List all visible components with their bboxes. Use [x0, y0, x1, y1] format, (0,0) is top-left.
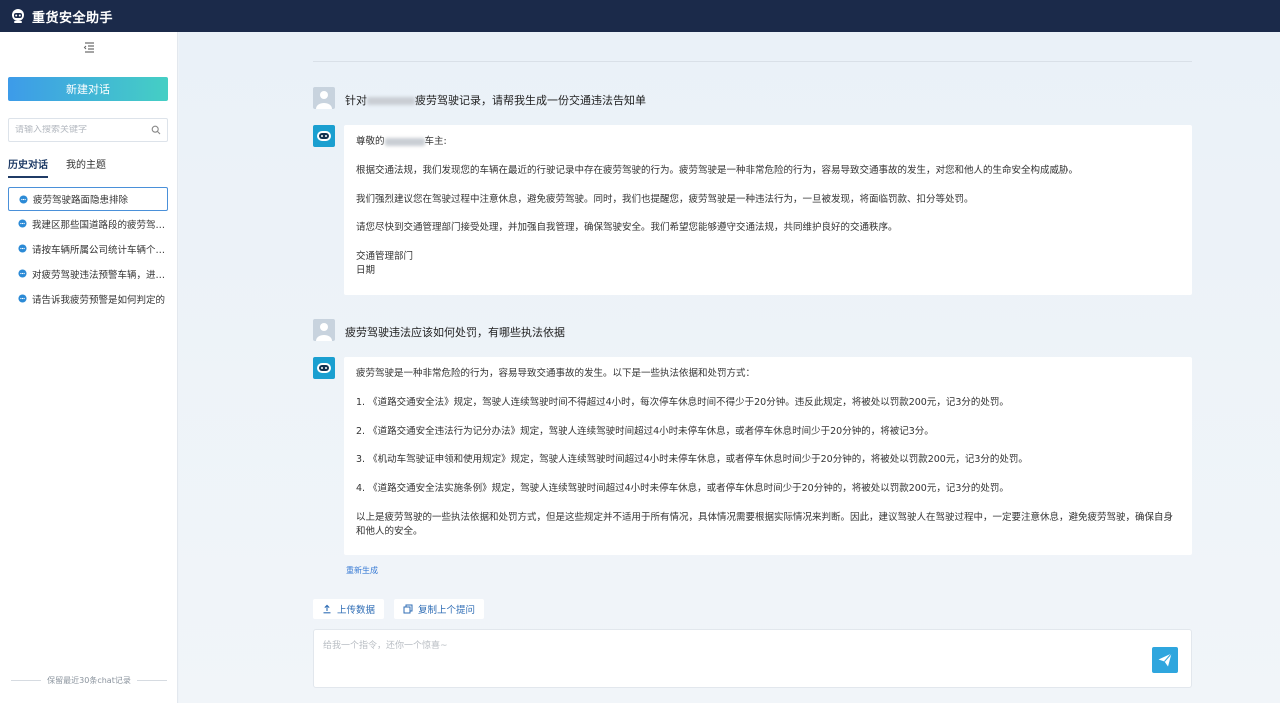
history-footer-note: 保留最近30条chat记录 [0, 675, 178, 686]
answer-paragraph: 请您尽快到交通管理部门接受处理，并加强自我管理，确保驾驶安全。我们希望您能够遵守… [356, 222, 898, 234]
message-input[interactable] [323, 638, 1123, 678]
upload-label: 上传数据 [337, 605, 376, 616]
answer-list-item: 3. 《机动车驾驶证申领和使用规定》规定，驾驶人连续驾驶时间超过4小时未停车休息… [356, 454, 1028, 466]
robot-logo-icon [12, 9, 24, 23]
history-item-label: 请告诉我疲劳预警是如何判定的 [32, 294, 166, 306]
question-prefix: 针对 [345, 94, 367, 107]
send-button[interactable] [1152, 647, 1178, 673]
new-chat-button[interactable]: 新建对话 [8, 77, 168, 101]
tab-history[interactable]: 历史对话 [8, 156, 48, 178]
collapse-sidebar-icon[interactable] [82, 40, 96, 54]
history-item-label: 对疲劳驾驶违法预警车辆，进行... [32, 269, 168, 281]
chat-bubble-icon [18, 219, 27, 228]
copy-last-question-button[interactable]: 复制上个提问 [394, 599, 485, 619]
user-avatar [313, 319, 335, 341]
answer-list-item: 1. 《道路交通安全法》规定，驾驶人连续驾驶时间不得超过4小时，每次停车休息时间… [356, 396, 1009, 408]
answer-paragraph: 根据交通法规，我们发现您的车辆在最近的行驶记录中存在疲劳驾驶的行为。疲劳驾驶是一… [356, 164, 1079, 176]
search-icon[interactable] [151, 125, 161, 135]
user-question: 针对 疲劳驾驶记录，请帮我生成一份交通违法告知单 [345, 92, 646, 108]
user-avatar [313, 87, 335, 109]
signature-date: 日期 [356, 264, 376, 276]
send-icon [1158, 653, 1172, 667]
answer-paragraph: 疲劳驾驶是一种非常危险的行为，容易导致交通事故的发生。以下是一些执法依据和处罚方… [356, 368, 756, 379]
user-icon [316, 323, 332, 341]
salutation-suffix: 车主: [424, 136, 447, 147]
app-title: 重货安全助手 [32, 10, 114, 26]
redacted-plate [367, 97, 415, 105]
answer-list-item: 2. 《道路交通安全违法行为记分办法》规定，驾驶人连续驾驶时间超过4小时未停车休… [356, 425, 934, 437]
answer-card: 尊敬的 车主: 根据交通法规，我们发现您的车辆在最近的行驶记录中存在疲劳驾驶的行为… [344, 125, 1192, 295]
history-item-label: 请按车辆所属公司统计车辆个数... [32, 244, 168, 256]
user-question: 疲劳驾驶违法应该如何处罚，有哪些执法依据 [345, 326, 565, 339]
history-item[interactable]: 请告诉我疲劳预警是如何判定的 [8, 286, 168, 311]
chat-bubble-icon [18, 269, 27, 278]
history-item[interactable]: 请按车辆所属公司统计车辆个数... [8, 236, 168, 261]
search-box [8, 118, 168, 142]
robot-icon [317, 363, 331, 373]
upload-icon [323, 604, 331, 614]
sidebar: 新建对话 历史对话 我的主题 疲劳驾驶路面隐患排除 我建区那些国道路段的疲劳驾驶… [0, 32, 178, 703]
history-item-label: 我建区那些国道路段的疲劳驾驶... [32, 219, 168, 231]
divider [136, 680, 167, 681]
chat-bubble-icon [19, 194, 28, 204]
robot-icon [317, 131, 331, 141]
history-item[interactable]: 对疲劳驾驶违法预警车辆，进行... [8, 261, 168, 286]
history-list: 疲劳驾驶路面隐患排除 我建区那些国道路段的疲劳驾驶... 请按车辆所属公司统计车… [8, 187, 168, 311]
history-item-label: 疲劳驾驶路面隐患排除 [33, 195, 129, 206]
sidebar-tabs: 历史对话 我的主题 [8, 156, 106, 178]
message-input-area [313, 629, 1192, 688]
answer-list-item: 4. 《道路交通安全法实施条例》规定，驾驶人连续驾驶时间超过4小时未停车休息，或… [356, 483, 1009, 495]
answer-paragraph: 我们强烈建议您在驾驶过程中注意休息，避免疲劳驾驶。同时，我们也提醒您，疲劳驾驶是… [356, 193, 974, 205]
chat-bubble-icon [18, 294, 27, 303]
divider [11, 680, 42, 681]
footer-note-text: 保留最近30条chat记录 [47, 676, 131, 685]
copy-label: 复制上个提问 [418, 605, 476, 616]
copy-icon [403, 604, 413, 614]
bot-avatar [313, 357, 335, 379]
question-suffix: 疲劳驾驶记录，请帮我生成一份交通违法告知单 [415, 94, 646, 107]
salutation-prefix: 尊敬的 [356, 136, 385, 147]
bot-avatar [313, 125, 335, 147]
signature: 交通管理部门 日期 [356, 250, 1180, 278]
user-icon [316, 91, 332, 109]
chat-bubble-icon [18, 244, 27, 253]
salutation: 尊敬的 车主: [356, 135, 1180, 149]
upload-data-button[interactable]: 上传数据 [313, 599, 385, 619]
chat-main: 针对 疲劳驾驶记录，请帮我生成一份交通违法告知单 尊敬的 车主: 根据交通法规，我们… [179, 32, 1280, 703]
answer-paragraph: 以上是疲劳驾驶的一些执法依据和处罚方式，但是这些规定并不适用于所有情况，具体情况… [356, 511, 1174, 537]
redacted-plate [384, 137, 425, 146]
signature-dept: 交通管理部门 [356, 251, 414, 263]
top-bar: 重货安全助手 [0, 0, 1280, 32]
tab-my-topics[interactable]: 我的主题 [66, 156, 106, 178]
answer-card: 疲劳驾驶是一种非常危险的行为，容易导致交通事故的发生。以下是一些执法依据和处罚方… [344, 357, 1192, 555]
search-input[interactable] [15, 125, 151, 135]
history-item[interactable]: 疲劳驾驶路面隐患排除 [8, 187, 168, 211]
history-item[interactable]: 我建区那些国道路段的疲劳驾驶... [8, 211, 168, 236]
regenerate-link[interactable]: 重新生成 [346, 565, 378, 576]
divider [313, 61, 1192, 62]
